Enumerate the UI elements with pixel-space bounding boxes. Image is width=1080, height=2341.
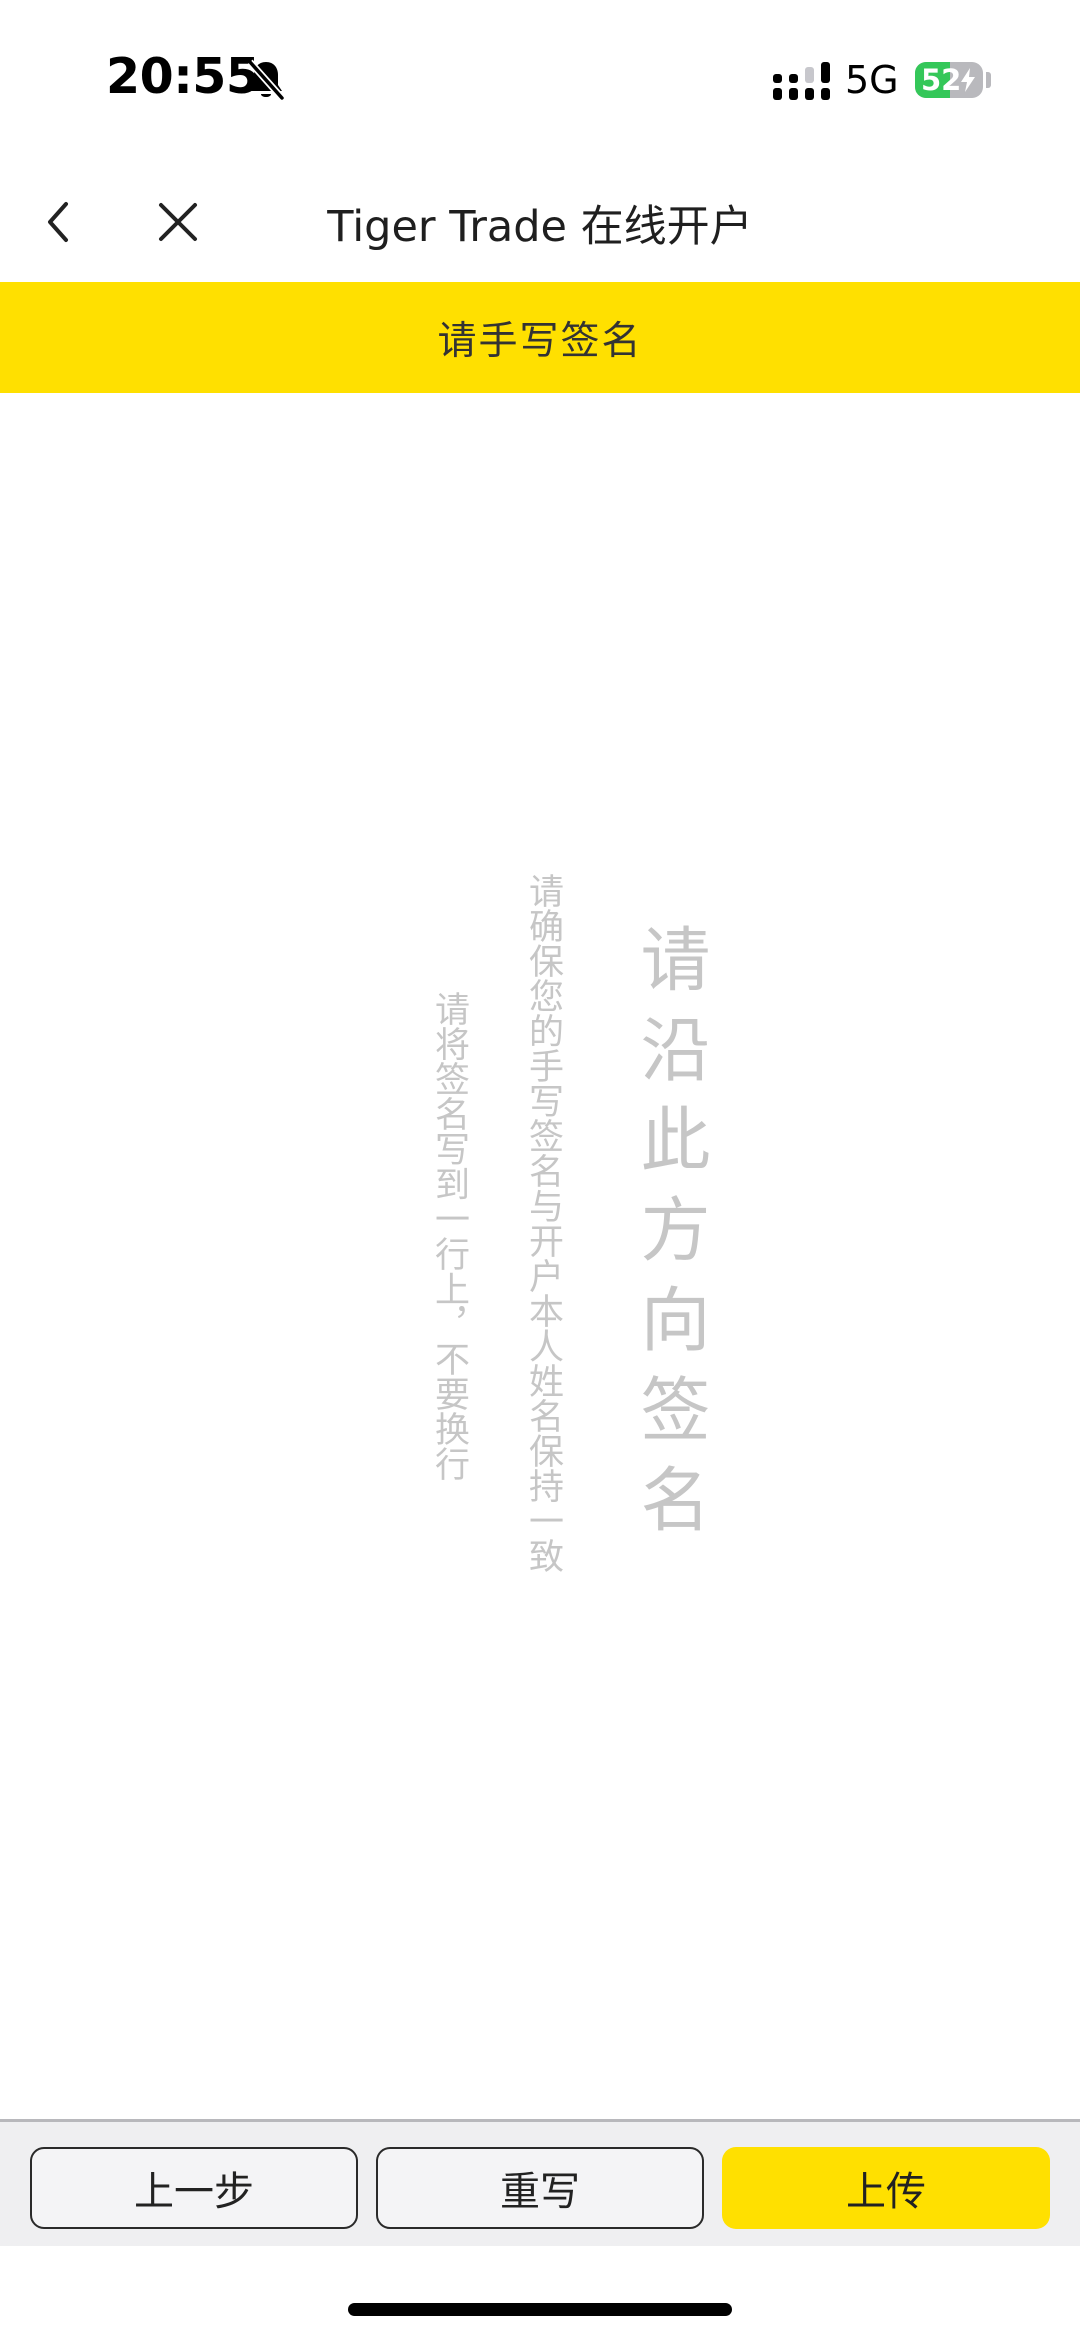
rewrite-button[interactable]: 重写	[376, 2147, 704, 2229]
signal-icon	[773, 62, 830, 100]
network-type: 5G	[845, 58, 899, 102]
nav-bar: Tiger Trade 在线开户	[0, 160, 1080, 282]
battery-level: 52	[921, 63, 962, 97]
home-indicator[interactable]	[348, 2303, 732, 2316]
bell-slash-icon	[247, 59, 285, 101]
previous-step-button[interactable]: 上一步	[30, 2147, 358, 2229]
single-line-note: 请将签名写到一行上，不要换行	[429, 991, 469, 1481]
instruction-banner: 请手写签名	[0, 282, 1080, 393]
status-bar: 20:55 5G 52	[0, 0, 1080, 160]
signature-page: 20:55 5G 52 Tiger Trade 在线开户 请手写签名 请沿此方向…	[0, 0, 1080, 2341]
banner-text: 请手写签名	[437, 318, 643, 364]
upload-button[interactable]: 上传	[722, 2147, 1050, 2229]
close-button[interactable]	[150, 194, 206, 250]
signature-pad[interactable]: 请沿此方向签名 请确保您的手写签名与开户本人姓名保持一致 请将签名写到一行上，不…	[0, 393, 1080, 2119]
close-icon	[159, 203, 197, 241]
charging-bolt-icon	[961, 68, 975, 92]
page-title: Tiger Trade 在线开户	[327, 202, 753, 252]
back-button[interactable]	[30, 194, 86, 250]
bottom-toolbar: 上一步 重写 上传	[0, 2119, 1080, 2246]
chevron-left-icon	[48, 202, 68, 242]
signature-direction-hint: 请沿此方向签名	[629, 923, 711, 1553]
status-time: 20:55	[106, 48, 260, 105]
battery-cap	[986, 72, 991, 88]
name-match-note: 请确保您的手写签名与开户本人姓名保持一致	[523, 873, 563, 1573]
battery-icon: 52	[915, 62, 983, 98]
